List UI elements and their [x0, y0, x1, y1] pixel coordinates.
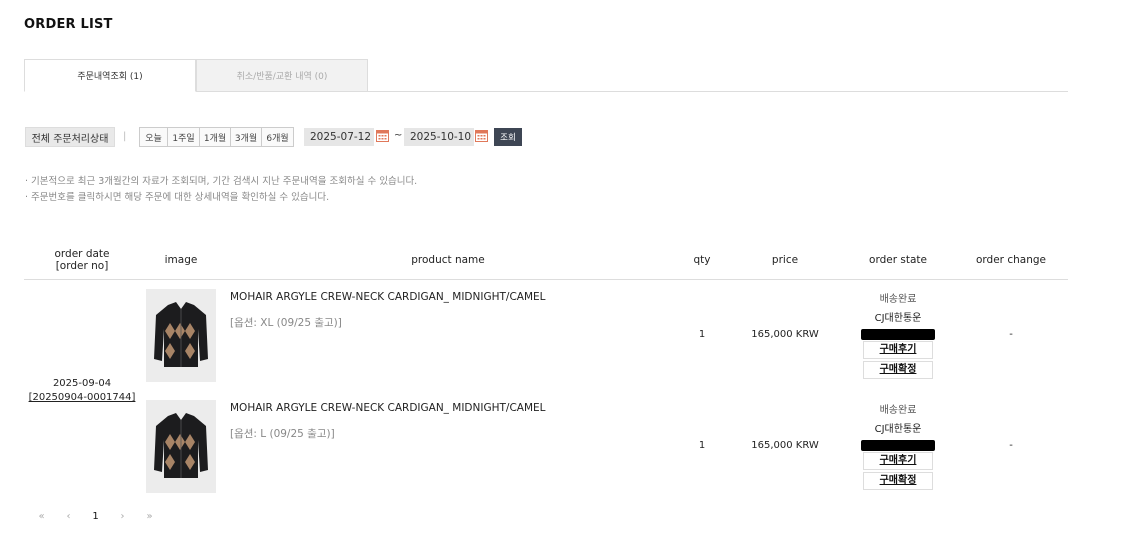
page-number-current[interactable]: 1	[82, 511, 109, 522]
prev-page-icon[interactable]: ‹	[55, 511, 82, 522]
header-order-date: order date [order no]	[54, 248, 110, 272]
first-page-icon[interactable]: «	[28, 511, 55, 522]
next-page-icon[interactable]: ›	[109, 511, 136, 522]
delivery-status: 배송완료	[879, 294, 917, 305]
period-today-button[interactable]: 오늘	[140, 128, 168, 146]
product-thumbnail[interactable]	[146, 289, 216, 382]
order-change-value: -	[1009, 329, 1013, 340]
order-state-select[interactable]: 전체 주문처리상태	[25, 127, 115, 147]
search-button[interactable]: 조회	[494, 128, 522, 146]
qty-value: 1	[698, 440, 706, 451]
header-qty: qty	[693, 254, 711, 266]
order-date-cell: 2025-09-04 [20250904-0001744]	[24, 377, 140, 405]
pagination: « ‹ 1 › »	[28, 509, 163, 523]
period-1month-button[interactable]: 1개월	[200, 128, 231, 146]
qty-value: 1	[698, 329, 706, 340]
order-number-link[interactable]: [20250904-0001744]	[24, 391, 140, 405]
carrier-name: CJ대한통운	[874, 313, 922, 324]
date-range-separator: ~	[394, 130, 403, 141]
order-state-cell: 배송완료 CJ대한통운 구매후기 구매확정	[840, 401, 956, 490]
redacted-tracking-number[interactable]	[861, 440, 935, 451]
order-tabs: 주문내역조회 (1) 취소/반품/교환 내역 (0)	[24, 59, 1068, 92]
order-state-cell: 배송완료 CJ대한통운 구매후기 구매확정	[840, 290, 956, 379]
period-1week-button[interactable]: 1주일	[168, 128, 200, 146]
product-option: [옵션: L (09/25 출고)]	[230, 428, 335, 440]
notice-line: · 주문번호를 클릭하시면 해당 주문에 대한 상세내역을 확인하실 수 있습니…	[25, 192, 330, 203]
redacted-tracking-number[interactable]	[861, 329, 935, 340]
notice-text: · 기본적으로 최근 3개월간의 자료가 조회되며, 기간 검색시 지난 주문내…	[25, 174, 417, 206]
order-change-value: -	[1009, 440, 1013, 451]
price-value: 165,000 KRW	[751, 440, 819, 451]
period-3month-button[interactable]: 3개월	[231, 128, 262, 146]
product-name-link[interactable]: MOHAIR ARGYLE CREW-NECK CARDIGAN_ MIDNIG…	[230, 402, 546, 414]
confirm-purchase-button[interactable]: 구매확정	[863, 361, 933, 379]
last-page-icon[interactable]: »	[136, 511, 163, 522]
confirm-purchase-button[interactable]: 구매확정	[863, 472, 933, 490]
cardigan-image	[146, 400, 216, 493]
header-order-state: order state	[869, 254, 927, 266]
notice-line: · 기본적으로 최근 3개월간의 자료가 조회되며, 기간 검색시 지난 주문내…	[25, 176, 418, 187]
delivery-status: 배송완료	[879, 405, 917, 416]
carrier-name: CJ대한통운	[874, 424, 922, 435]
tab-order-history[interactable]: 주문내역조회 (1)	[24, 59, 196, 92]
review-button[interactable]: 구매후기	[863, 341, 933, 359]
cardigan-image	[146, 289, 216, 382]
price-value: 165,000 KRW	[751, 329, 819, 340]
filter-separator: |	[123, 131, 127, 142]
calendar-icon[interactable]	[376, 129, 389, 142]
page-title: ORDER LIST	[24, 17, 113, 32]
product-option: [옵션: XL (09/25 출고)]	[230, 317, 342, 329]
review-button[interactable]: 구매후기	[863, 452, 933, 470]
end-date-input[interactable]: 2025-10-10	[404, 128, 474, 146]
table-header: order date [order no] image product name…	[24, 240, 1068, 280]
header-product-name: product name	[411, 254, 485, 266]
tab-cancel-return-exchange[interactable]: 취소/반품/교환 내역 (0)	[196, 59, 368, 92]
header-order-change: order change	[976, 254, 1046, 266]
period-6month-button[interactable]: 6개월	[262, 128, 293, 146]
product-name-link[interactable]: MOHAIR ARGYLE CREW-NECK CARDIGAN_ MIDNIG…	[230, 291, 546, 303]
header-image: image	[164, 254, 198, 266]
header-price: price	[771, 254, 799, 266]
start-date-input[interactable]: 2025-07-12	[304, 128, 374, 146]
order-date: 2025-09-04	[52, 378, 112, 389]
period-button-group: 오늘 1주일 1개월 3개월 6개월	[139, 127, 294, 147]
product-thumbnail[interactable]	[146, 400, 216, 493]
calendar-icon[interactable]	[475, 129, 488, 142]
